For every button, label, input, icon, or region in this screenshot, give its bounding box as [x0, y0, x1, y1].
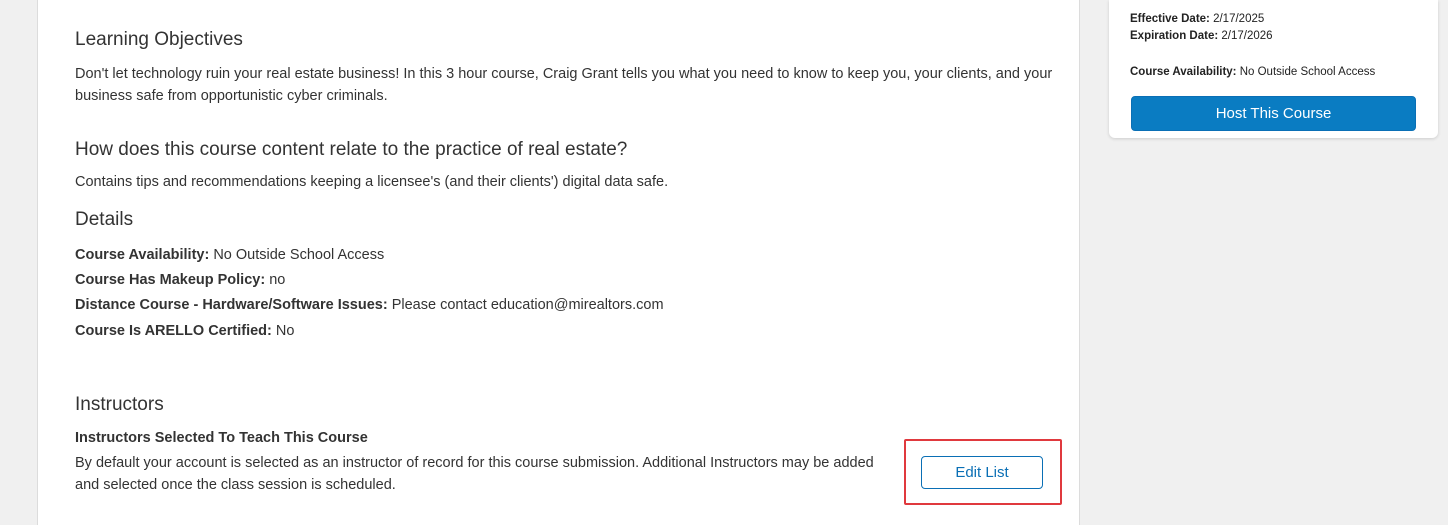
detail-label: Course Has Makeup Policy:	[75, 272, 266, 288]
detail-course-availability: Course Availability: No Outside School A…	[75, 245, 384, 266]
detail-value: no	[269, 272, 286, 288]
detail-arello-certified: Course Is ARELLO Certified: No	[75, 321, 294, 342]
sidebar-availability-value: No Outside School Access	[1239, 66, 1376, 78]
detail-label: Course Availability:	[75, 247, 210, 263]
effective-date: Effective Date: 2/17/2025	[1130, 13, 1264, 25]
learning-objectives-heading: Learning Objectives	[75, 29, 243, 50]
course-summary-card: Effective Date: 2/17/2025 Expiration Dat…	[1109, 0, 1438, 138]
relation-heading: How does this course content relate to t…	[75, 139, 628, 160]
instructors-subheading: Instructors Selected To Teach This Cours…	[75, 430, 368, 446]
expiration-date-value: 2/17/2026	[1221, 30, 1273, 42]
detail-value: No Outside School Access	[213, 247, 385, 263]
host-this-course-button[interactable]: Host This Course	[1131, 96, 1416, 131]
detail-label: Distance Course - Hardware/Software Issu…	[75, 297, 388, 313]
expiration-date-label: Expiration Date:	[1130, 30, 1219, 42]
course-details-panel: Learning Objectives Don't let technology…	[37, 0, 1080, 525]
expiration-date: Expiration Date: 2/17/2026	[1130, 30, 1273, 42]
effective-date-label: Effective Date:	[1130, 13, 1210, 25]
detail-makeup-policy: Course Has Makeup Policy: no	[75, 270, 285, 291]
detail-value: No	[275, 323, 295, 339]
detail-hardware-software: Distance Course - Hardware/Software Issu…	[75, 295, 664, 316]
detail-label: Course Is ARELLO Certified:	[75, 323, 272, 339]
instructors-heading: Instructors	[75, 394, 164, 415]
edit-list-button[interactable]: Edit List	[921, 456, 1043, 489]
instructors-text: By default your account is selected as a…	[75, 455, 874, 493]
learning-objectives-text: Don't let technology ruin your real esta…	[75, 66, 1053, 104]
relation-text: Contains tips and recommendations keepin…	[75, 174, 669, 190]
details-heading: Details	[75, 209, 134, 230]
effective-date-value: 2/17/2025	[1213, 13, 1265, 25]
sidebar-availability-label: Course Availability:	[1130, 66, 1237, 78]
sidebar-course-availability: Course Availability: No Outside School A…	[1130, 66, 1375, 78]
detail-value: Please contact education@mirealtors.com	[391, 297, 664, 313]
